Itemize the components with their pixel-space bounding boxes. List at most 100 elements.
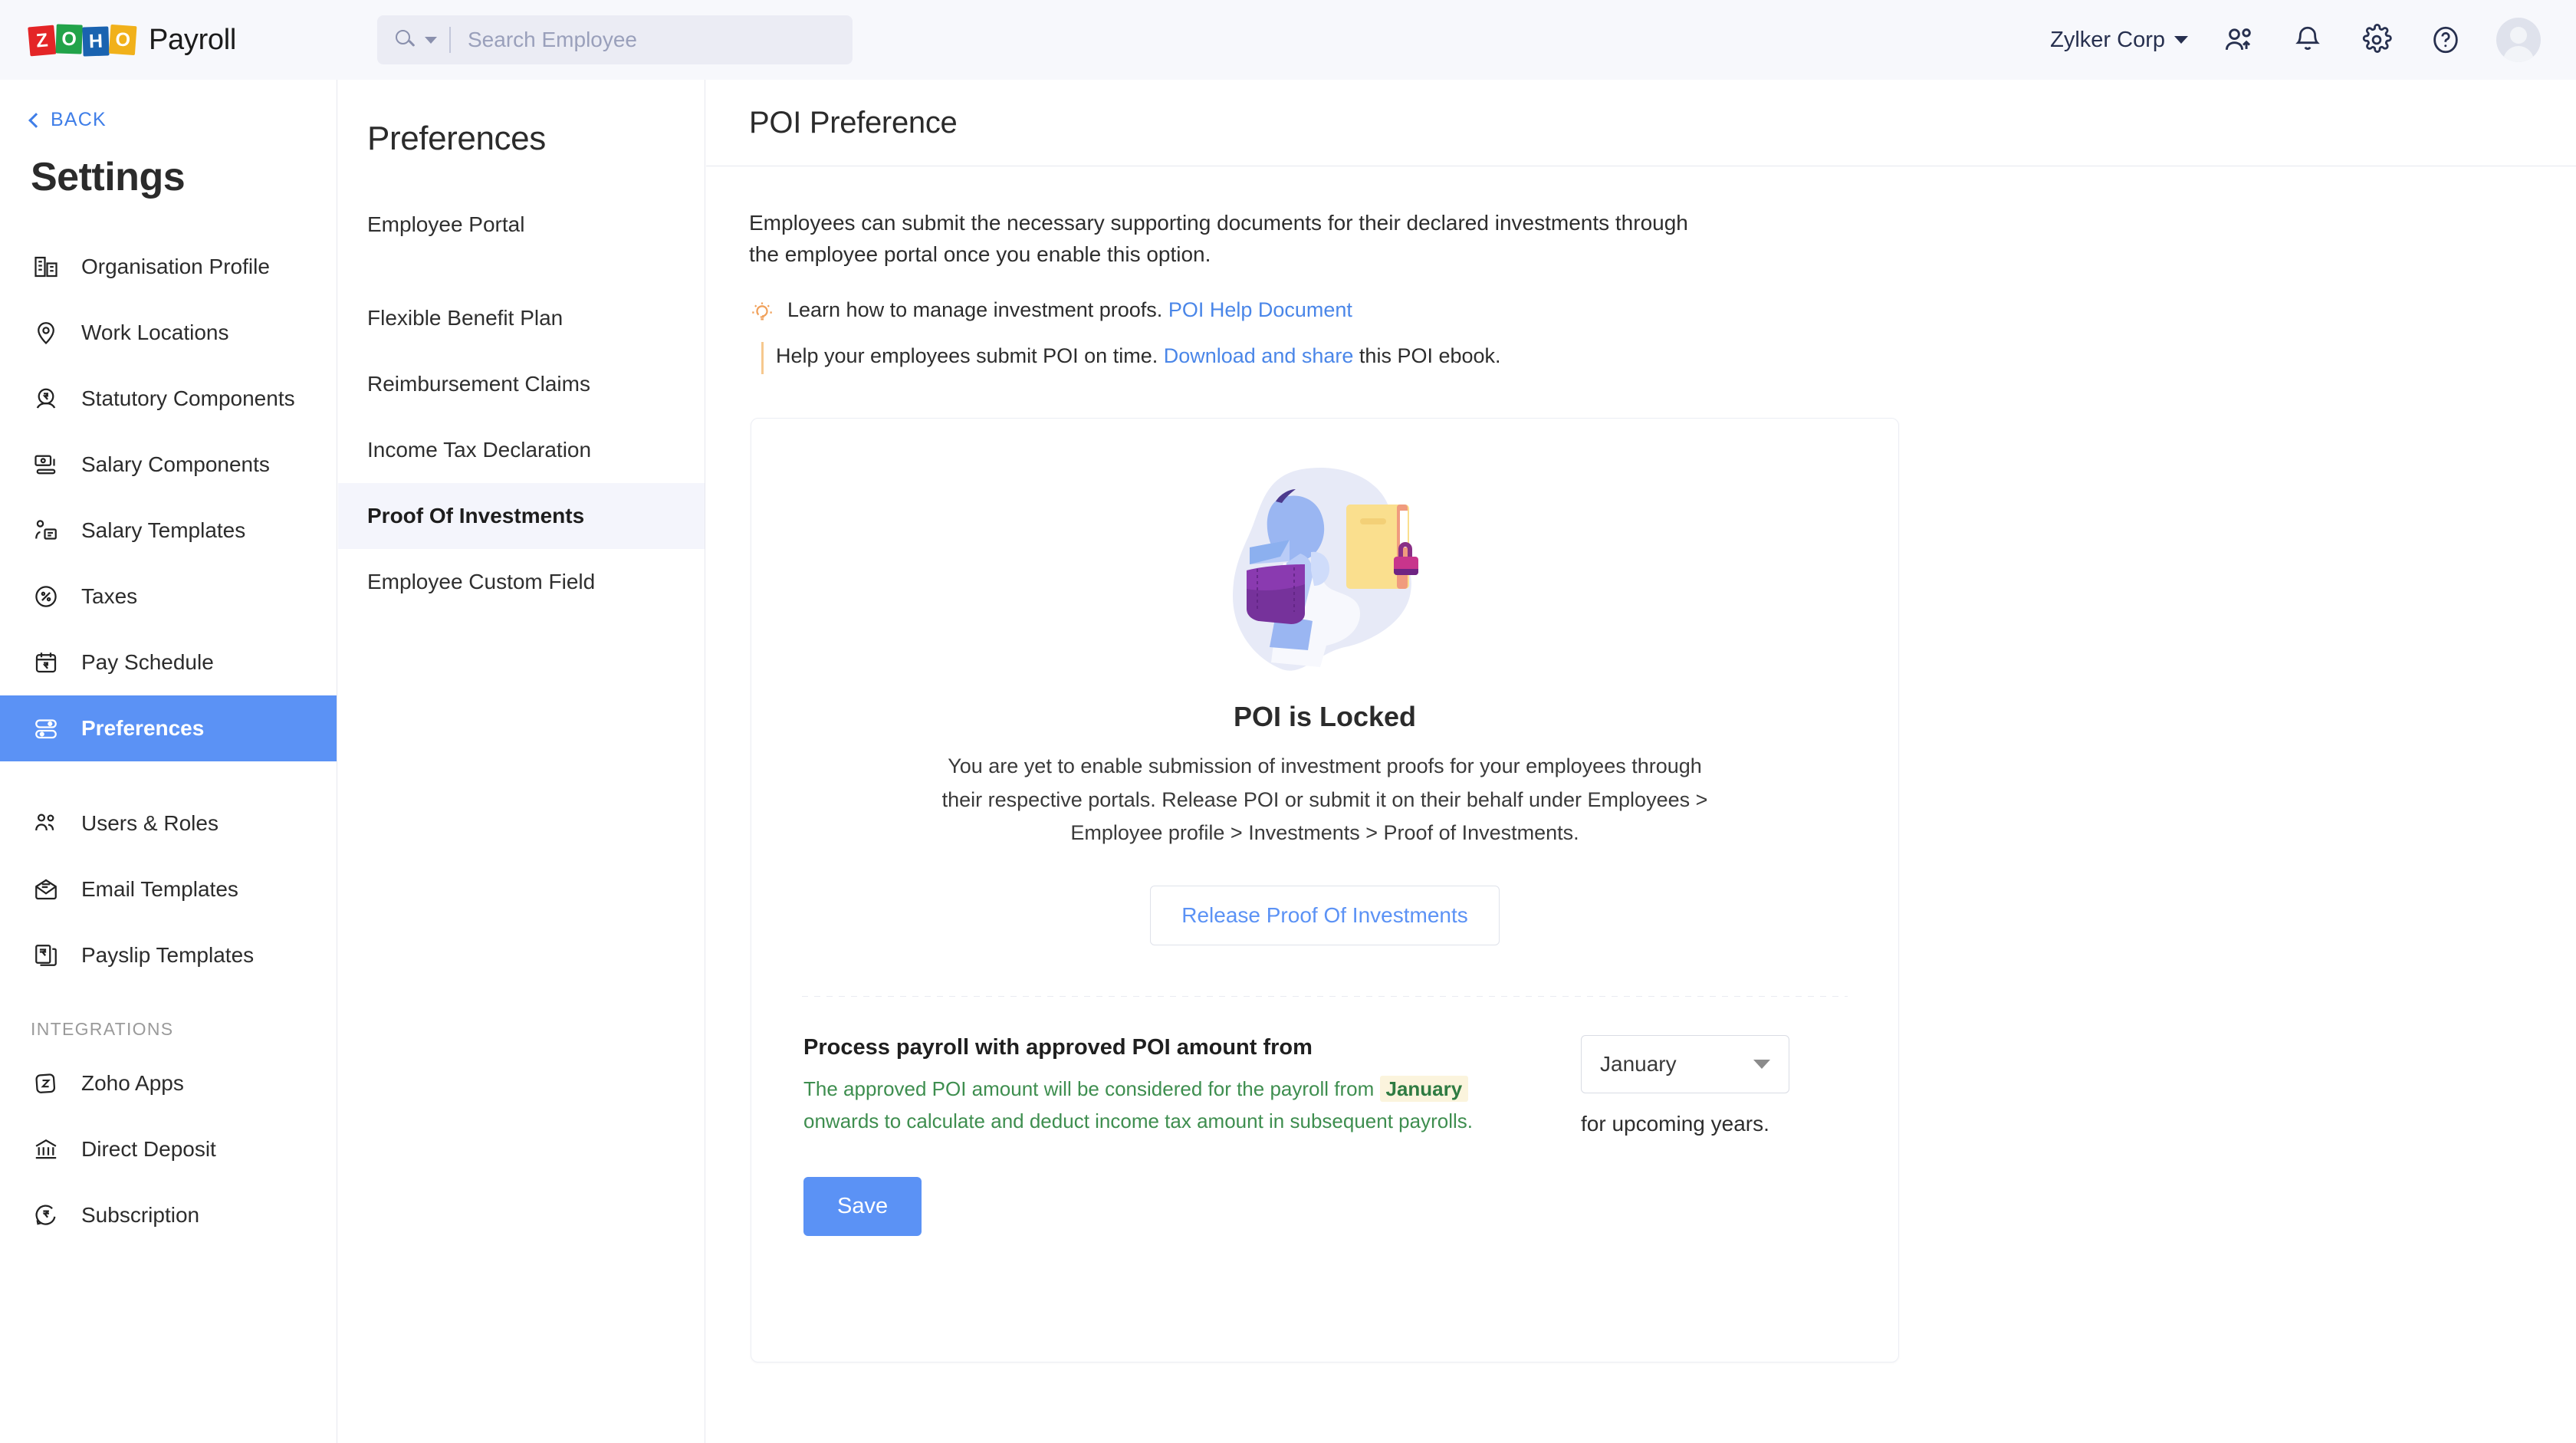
sidebar-item-pay-schedule[interactable]: Pay Schedule xyxy=(0,629,337,695)
page-title: Settings xyxy=(31,155,186,199)
locked-title: POI is Locked xyxy=(1233,701,1417,732)
salary-card-icon xyxy=(31,449,61,480)
sidebar-item-salary-components[interactable]: Salary Components xyxy=(0,432,337,498)
sidebar-item-label: Pay Schedule xyxy=(81,650,214,674)
tip2-prefix: Help your employees submit POI on time. xyxy=(776,344,1158,368)
sidebar-item-label: Preferences xyxy=(81,716,205,740)
sidebar-item-label: Users & Roles xyxy=(81,811,219,835)
sidebar-item-subscription[interactable]: Subscription xyxy=(0,1182,337,1248)
sidebar-item-taxes[interactable]: Taxes xyxy=(0,564,337,629)
main-title: POI Preference xyxy=(749,105,958,140)
subpanel-item-income-tax-declaration[interactable]: Income Tax Declaration xyxy=(338,417,705,483)
add-user-icon[interactable] xyxy=(2220,21,2257,58)
map-pin-icon xyxy=(31,317,61,348)
top-bar: Z O H O Payroll Zylker Corp xyxy=(0,0,2576,80)
bell-icon[interactable] xyxy=(2289,21,2326,58)
sidebar-item-label: Email Templates xyxy=(81,877,238,901)
app-root: Z O H O Payroll Zylker Corp xyxy=(0,0,2576,1443)
subpanel-title: Preferences xyxy=(367,120,546,157)
zoho-payroll-logo[interactable]: Z O H O Payroll xyxy=(28,23,237,57)
sidebar-item-salary-templates[interactable]: Salary Templates xyxy=(0,498,337,564)
zoho-square-icon xyxy=(31,1068,61,1099)
sidebar-item-label: Zoho Apps xyxy=(81,1071,184,1095)
process-payroll-section: Process payroll with approved POI amount… xyxy=(751,997,1898,1137)
org-switcher[interactable]: Zylker Corp xyxy=(2050,28,2188,53)
rupee-shield-icon xyxy=(31,383,61,414)
process-payroll-title: Process payroll with approved POI amount… xyxy=(803,1035,1313,1060)
sidebar-group-label: INTEGRATIONS xyxy=(31,1019,174,1039)
subpanel-item-label: Employee Custom Field xyxy=(367,570,596,593)
zoho-logo-blocks: Z O H O xyxy=(28,23,137,57)
download-and-share-link[interactable]: Download and share xyxy=(1164,344,1354,367)
top-bar-actions: Zylker Corp xyxy=(2050,0,2541,80)
settings-nav: Organisation Profile Work Locations Stat… xyxy=(0,234,337,1248)
month-select-value: January xyxy=(1600,1052,1677,1076)
sidebar-item-label: Salary Components xyxy=(81,452,270,476)
users-icon xyxy=(31,808,61,839)
search-icon xyxy=(396,30,416,50)
gear-icon[interactable] xyxy=(2358,21,2395,58)
sidebar-item-zoho-apps[interactable]: Zoho Apps xyxy=(0,1050,337,1116)
avatar[interactable] xyxy=(2496,18,2541,62)
poi-preference-card: POI is Locked You are yet to enable subm… xyxy=(751,418,1899,1362)
subpanel-item-label: Proof Of Investments xyxy=(367,504,585,528)
process-payroll-text: Process payroll with approved POI amount… xyxy=(803,1035,1570,1137)
sidebar-item-users-and-roles[interactable]: Users & Roles xyxy=(0,791,337,856)
tip-text: Learn how to manage investment proofs. P… xyxy=(787,296,1352,325)
tip1-text: Learn how to manage investment proofs. xyxy=(787,298,1163,322)
chevron-down-icon xyxy=(1753,1060,1770,1070)
person-with-bag-and-locked-folder-illustration xyxy=(1233,467,1418,671)
sidebar-item-statutory-components[interactable]: Statutory Components xyxy=(0,366,337,432)
person-document-icon xyxy=(31,515,61,546)
sidebar-item-label: Work Locations xyxy=(81,320,229,344)
org-name: Zylker Corp xyxy=(2050,27,2165,52)
sidebar-item-payslip-templates[interactable]: Payslip Templates xyxy=(0,922,337,988)
envelope-icon xyxy=(31,874,61,905)
locked-body: You are yet to enable submission of inve… xyxy=(941,754,1708,845)
subpanel-item-flexible-benefit-plan[interactable]: Flexible Benefit Plan xyxy=(338,285,705,351)
subpanel-item-employee-portal[interactable]: Employee Portal xyxy=(338,192,705,258)
subpanel-item-employee-custom-field[interactable]: Employee Custom Field xyxy=(338,549,705,615)
search-bar[interactable] xyxy=(377,15,853,64)
chevron-left-icon xyxy=(28,112,44,128)
sidebar-item-organisation-profile[interactable]: Organisation Profile xyxy=(0,234,337,300)
bank-icon xyxy=(31,1134,61,1165)
chevron-down-icon xyxy=(2174,36,2188,44)
subpanel-item-label: Income Tax Declaration xyxy=(367,438,592,462)
process-payroll-note: The approved POI amount will be consider… xyxy=(803,1073,1539,1137)
sidebar-item-preferences[interactable]: Preferences xyxy=(0,695,337,761)
month-select[interactable]: January xyxy=(1581,1035,1789,1094)
search-divider xyxy=(449,27,451,53)
sidebar-item-label: Payslip Templates xyxy=(81,943,255,967)
save-button[interactable]: Save xyxy=(803,1177,922,1237)
brand-name: Payroll xyxy=(149,23,237,56)
back-button[interactable]: BACK xyxy=(0,80,337,131)
preferences-subpanel: Preferences Employee Portal Flexible Ben… xyxy=(338,80,705,1443)
release-proof-of-investments-button[interactable]: Release Proof Of Investments xyxy=(1150,886,1500,946)
search-input[interactable] xyxy=(468,28,759,52)
sidebar-item-direct-deposit[interactable]: Direct Deposit xyxy=(0,1116,337,1182)
sidebar-item-label: Statutory Components xyxy=(81,386,295,410)
subpanel-item-reimbursement-claims[interactable]: Reimbursement Claims xyxy=(338,351,705,417)
help-icon[interactable] xyxy=(2427,21,2464,58)
zoho-logo-letter-h: H xyxy=(82,26,110,57)
sidebar-item-email-templates[interactable]: Email Templates xyxy=(0,856,337,922)
search-scope-chevron-down-icon[interactable] xyxy=(425,36,437,44)
tip-text: Help your employees submit POI on time. … xyxy=(776,342,1501,371)
brand-area: Z O H O Payroll xyxy=(0,23,353,57)
zoho-logo-letter-o2: O xyxy=(108,24,137,56)
page-description: Employees can submit the necessary suppo… xyxy=(749,211,1688,266)
tips-section: Learn how to manage investment proofs. P… xyxy=(706,270,2576,375)
subpanel-item-proof-of-investments[interactable]: Proof Of Investments xyxy=(338,483,705,549)
main-header: POI Preference xyxy=(706,80,2576,166)
sidebar-item-work-locations[interactable]: Work Locations xyxy=(0,300,337,366)
preferences-list: Employee Portal Flexible Benefit Plan Re… xyxy=(338,192,705,615)
back-label: BACK xyxy=(51,109,107,130)
tip-row-help-document: Learn how to manage investment proofs. P… xyxy=(749,296,2576,325)
payslip-icon xyxy=(31,940,61,971)
subpanel-item-label: Employee Portal xyxy=(367,212,525,236)
tip2-suffix: this POI ebook. xyxy=(1359,344,1501,368)
building-icon xyxy=(31,251,61,282)
poi-help-document-link[interactable]: POI Help Document xyxy=(1168,298,1352,321)
sliders-icon xyxy=(31,713,61,744)
